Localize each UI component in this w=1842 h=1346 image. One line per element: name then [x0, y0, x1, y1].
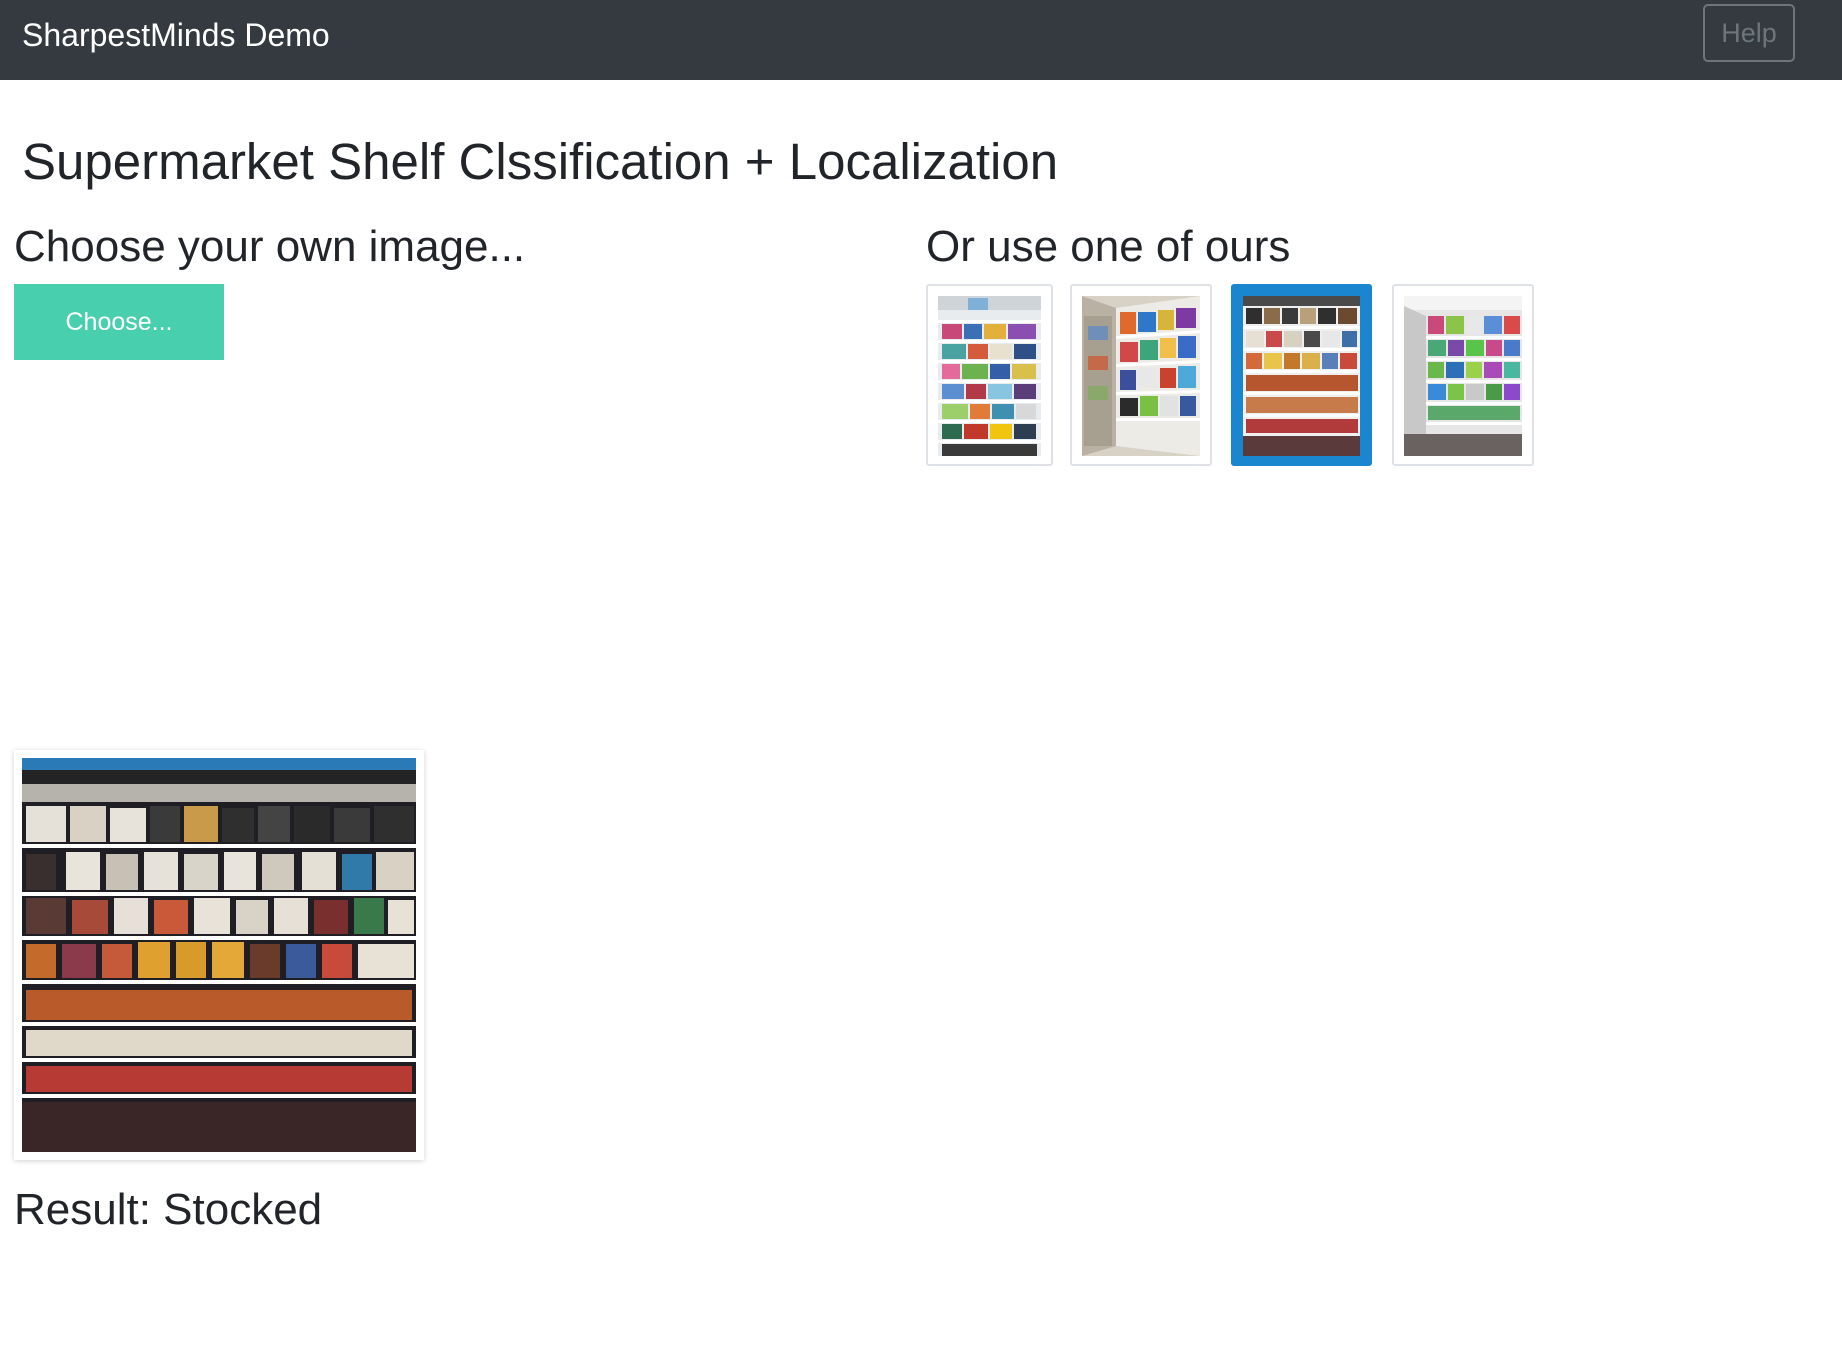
upload-heading: Choose your own image... [14, 222, 526, 271]
sample-thumbnail-2[interactable] [1070, 284, 1212, 466]
shelf-image-4 [1404, 296, 1522, 456]
result-label: Result: Stocked [14, 1185, 323, 1234]
sample-thumbnail-3[interactable] [1231, 284, 1372, 466]
choose-file-button[interactable]: Choose... [14, 284, 224, 360]
navbar: SharpestMinds Demo Help [0, 0, 1842, 80]
result-image-frame [14, 750, 424, 1160]
sample-thumbnail-1[interactable] [926, 284, 1053, 466]
help-button[interactable]: Help [1703, 4, 1795, 62]
shelf-image-3 [1243, 296, 1360, 456]
shelf-image-1 [938, 296, 1041, 456]
page-title: Supermarket Shelf Clssification + Locali… [22, 133, 1059, 190]
sample-thumbnail-4[interactable] [1392, 284, 1534, 466]
samples-heading: Or use one of ours [926, 222, 1291, 271]
navbar-brand[interactable]: SharpestMinds Demo [22, 0, 330, 80]
result-image [22, 758, 416, 1152]
shelf-image-2 [1082, 296, 1200, 456]
